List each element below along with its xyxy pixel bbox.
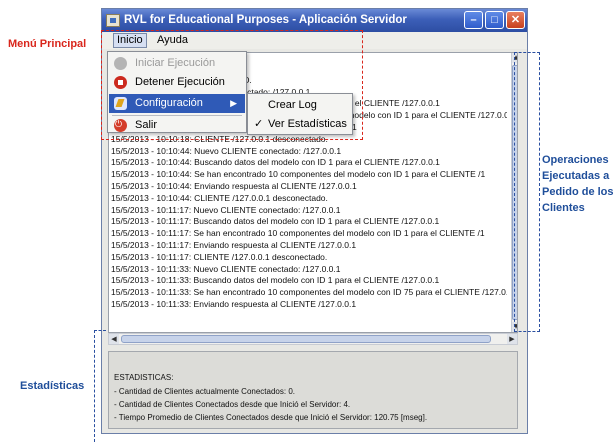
log-line: 15/5/2013 - 10:11:33: Nuevo CLIENTE cone… [111,263,341,274]
app-icon [106,14,120,27]
window-title: RVL for Educational Purposes - Aplicació… [124,14,407,26]
log-line: 15/5/2013 - 10:10:44: Buscando datos del… [111,157,440,168]
statistics-line: - Cantidad de Clientes Conectados desde … [114,400,351,409]
close-button[interactable]: ✕ [506,11,525,29]
log-line: 15/5/2013 - 10:10:44: Nuevo CLIENTE cone… [111,145,342,156]
annotation-line-stats [94,330,96,442]
annotation-operaciones: Operaciones Ejecutadas a Pedido de los C… [542,152,614,216]
annotation-estadisticas: Estadísticas [20,380,85,392]
log-line: 15/5/2013 - 10:10:44: Se han encontrado … [111,169,486,180]
statistics-line: - Tiempo Promedio de Clientes Conectados… [114,413,428,422]
annotation-operaciones-line: Pedido de los [542,186,614,198]
log-line: 15/5/2013 - 10:10:44: Enviando respuesta… [111,180,357,191]
statistics-title: ESTADISTICAS: [114,373,174,382]
log-line: 15/5/2013 - 10:11:33: Enviando respuesta… [111,298,357,309]
statistics-line: - Cantidad de Clientes actualmente Conec… [114,387,295,396]
log-line: 15/5/2013 - 10:11:17: Enviando respuesta… [111,239,357,250]
annotation-line-stats-tick [94,330,106,332]
annotation-operaciones-line: Clientes [542,202,585,214]
minimize-button[interactable]: – [464,11,483,29]
scroll-left-button[interactable]: ◀ [109,334,119,344]
scroll-right-button[interactable]: ▶ [507,334,517,344]
statistics-panel: ESTADISTICAS: - Cantidad de Clientes act… [108,351,518,429]
log-line: 15/5/2013 - 10:11:17: Nuevo CLIENTE cone… [111,204,341,215]
annotation-operaciones-line: Ejecutadas a [542,170,610,182]
log-line: 15/5/2013 - 10:10:44: CLIENTE /127.0.0.1… [111,192,328,203]
annotation-menu-principal: Menú Principal [8,38,87,50]
horizontal-scrollbar[interactable]: ◀ ▶ [108,333,518,345]
maximize-button[interactable]: □ [485,11,504,29]
log-line: 15/5/2013 - 10:11:33: Se han encontrado … [111,287,507,298]
log-line: 15/5/2013 - 10:11:33: Buscando datos del… [111,275,440,286]
annotation-box-operations [514,52,540,332]
annotation-box-menu [101,30,363,140]
log-line: 15/5/2013 - 10:11:17: Se han encontrado … [111,228,485,239]
log-line: 15/5/2013 - 10:11:17: Buscando datos del… [111,216,440,227]
annotation-operaciones-line: Operaciones [542,154,609,166]
horizontal-scroll-thumb[interactable] [121,335,491,343]
log-line: 15/5/2013 - 10:11:17: CLIENTE /127.0.0.1… [111,251,328,262]
title-bar[interactable]: RVL for Educational Purposes - Aplicació… [102,9,527,32]
